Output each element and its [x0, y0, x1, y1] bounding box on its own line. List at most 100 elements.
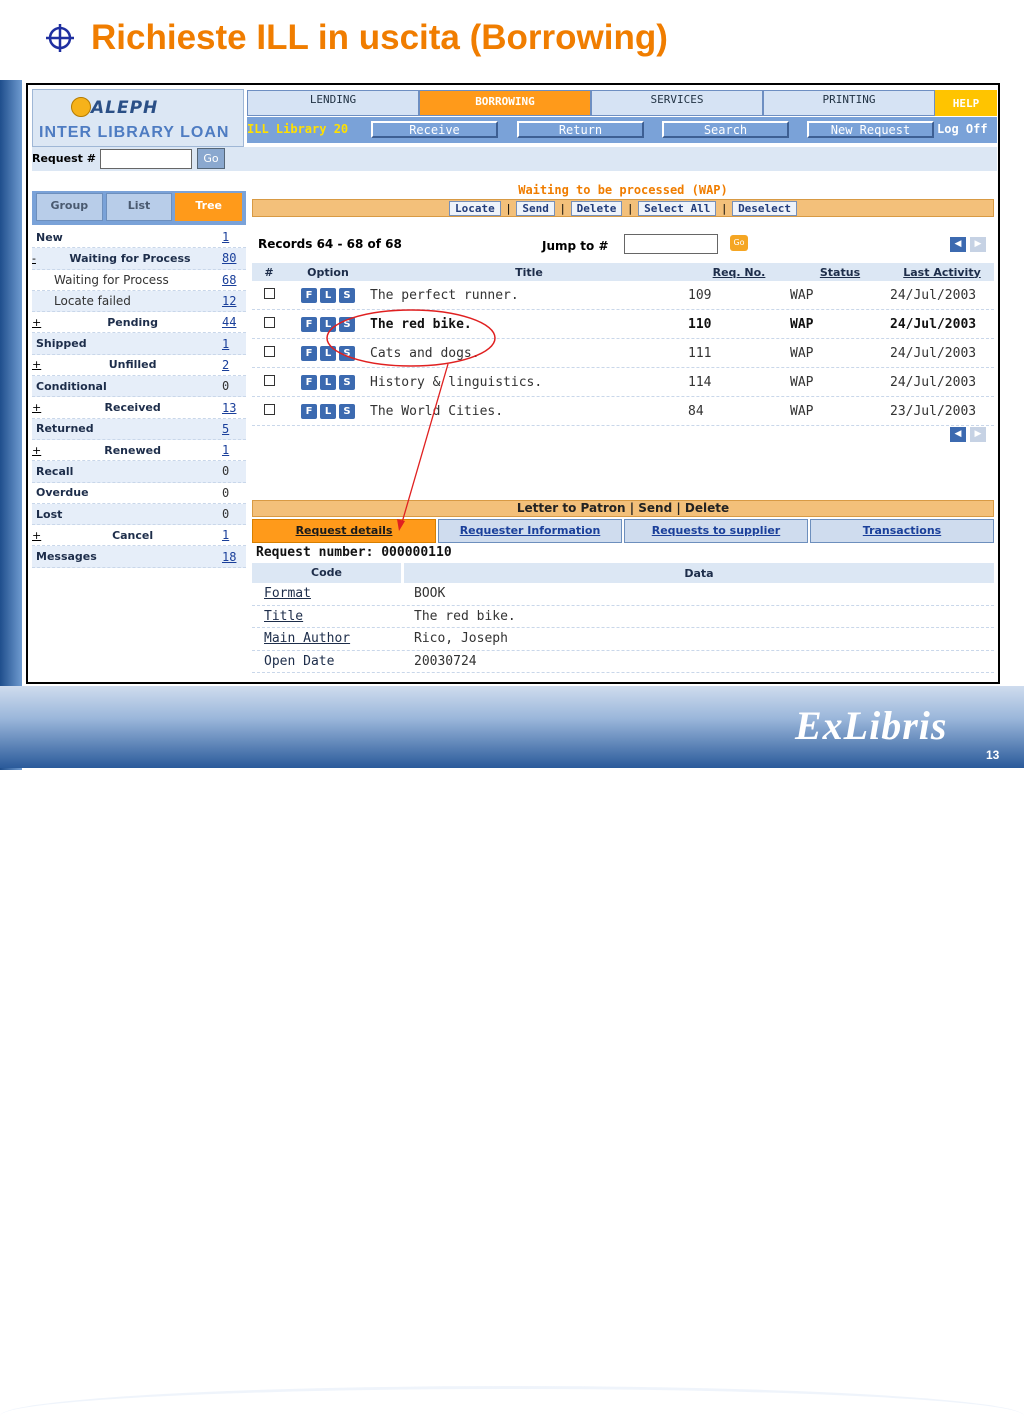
sidebar-item[interactable]: Lost 0: [32, 503, 246, 526]
option-s-button[interactable]: S: [339, 316, 355, 332]
sidebar-item-label: Cancel: [112, 528, 154, 542]
return-button[interactable]: Return: [517, 121, 644, 138]
tab-requests-to-supplier[interactable]: Requests to supplier: [624, 519, 808, 543]
expand-toggle[interactable]: +: [32, 444, 41, 457]
option-l-button[interactable]: L: [320, 345, 336, 361]
deselect-button[interactable]: Deselect: [732, 200, 798, 216]
table-row[interactable]: F L S The red bike. 110 WAP 24/Jul/2003: [252, 310, 994, 339]
sidebar-item-label: Conditional: [36, 379, 107, 393]
tab-group[interactable]: Group: [36, 193, 103, 221]
sidebar-item[interactable]: - Waiting for Process 80: [32, 248, 246, 270]
row-checkbox[interactable]: [263, 403, 275, 415]
jump-input[interactable]: [624, 234, 718, 254]
tab-request-details[interactable]: Request details: [252, 519, 436, 543]
delete-button[interactable]: Delete: [570, 200, 623, 216]
option-l-button[interactable]: L: [320, 287, 336, 303]
sidebar-item[interactable]: + Renewed 1: [32, 440, 246, 462]
option-l-button[interactable]: L: [320, 374, 336, 390]
sidebar-item[interactable]: Returned 5: [32, 418, 246, 440]
table-row[interactable]: F L S History & linguistics. 114 WAP 24/Jul/20…: [252, 368, 994, 397]
next-page-icon[interactable]: ▶: [970, 237, 986, 252]
option-l-button[interactable]: L: [320, 403, 336, 419]
row-checkbox[interactable]: [263, 287, 275, 299]
request-list-panel: Waiting to be processed (WAP) Locate | Se…: [252, 183, 994, 442]
sidebar-item[interactable]: New 1: [32, 227, 246, 249]
sidebar-item-count[interactable]: 1: [222, 528, 246, 542]
col-status[interactable]: Status: [790, 266, 890, 279]
prev-page-icon[interactable]: ◀: [950, 427, 966, 442]
sidebar-item-count[interactable]: 12: [222, 294, 246, 308]
expand-toggle[interactable]: +: [32, 358, 41, 371]
receive-button[interactable]: Receive: [371, 121, 498, 138]
sidebar-item[interactable]: Shipped 1: [32, 333, 246, 355]
sidebar-item[interactable]: Recall 0: [32, 461, 246, 483]
table-row[interactable]: F L S The perfect runner. 109 WAP 24/Jul/2003: [252, 281, 994, 310]
sidebar-item-count[interactable]: 13: [222, 401, 246, 415]
sidebar-item-count[interactable]: 68: [222, 273, 246, 287]
sidebar-item-count[interactable]: 2: [222, 358, 246, 372]
row-checkbox[interactable]: [263, 345, 275, 357]
table-row[interactable]: F L S The World Cities. 84 WAP 23/Jul/2003: [252, 397, 994, 426]
detail-code[interactable]: Main Author: [252, 631, 414, 646]
next-page-icon[interactable]: ▶: [970, 427, 986, 442]
expand-toggle[interactable]: +: [32, 529, 41, 542]
log-off-link[interactable]: Log Off: [937, 122, 988, 136]
expand-toggle[interactable]: -: [32, 252, 36, 265]
nav-tab-printing[interactable]: PRINTING: [763, 90, 935, 116]
sidebar-item[interactable]: Conditional 0: [32, 376, 246, 398]
option-s-button[interactable]: S: [339, 374, 355, 390]
table-row[interactable]: F L S Cats and dogs. 111 WAP 24/Jul/2003: [252, 339, 994, 368]
search-button[interactable]: Search: [662, 121, 789, 138]
col-last-activity[interactable]: Last Activity: [890, 266, 994, 279]
help-button[interactable]: HELP: [935, 90, 997, 116]
nav-tab-services[interactable]: SERVICES: [591, 90, 763, 116]
tab-list[interactable]: List: [105, 193, 173, 221]
expand-toggle[interactable]: +: [32, 401, 41, 414]
row-checkbox[interactable]: [263, 316, 275, 328]
detail-code[interactable]: Title: [252, 609, 414, 624]
sidebar-item[interactable]: + Cancel 1: [32, 525, 246, 547]
sidebar-item[interactable]: Messages 18: [32, 546, 246, 568]
option-f-button[interactable]: F: [301, 345, 317, 361]
request-go-button[interactable]: Go: [197, 148, 225, 169]
col-req-no[interactable]: Req. No.: [688, 266, 790, 279]
option-s-button[interactable]: S: [339, 403, 355, 419]
option-l-button[interactable]: L: [320, 316, 336, 332]
sidebar-item-count[interactable]: 44: [222, 315, 246, 329]
expand-toggle[interactable]: +: [32, 316, 41, 329]
option-f-button[interactable]: F: [301, 403, 317, 419]
option-f-button[interactable]: F: [301, 374, 317, 390]
tab-tree[interactable]: Tree: [175, 193, 243, 221]
sidebar-item[interactable]: Overdue 0: [32, 483, 246, 504]
option-f-button[interactable]: F: [301, 287, 317, 303]
tab-transactions[interactable]: Transactions: [810, 519, 994, 543]
sidebar-item-count[interactable]: 5: [222, 422, 246, 436]
option-s-button[interactable]: S: [339, 287, 355, 303]
sidebar-item-count[interactable]: 18: [222, 550, 246, 564]
sidebar-item-count[interactable]: 1: [222, 230, 246, 244]
tab-requester-information[interactable]: Requester Information: [438, 519, 622, 543]
locate-button[interactable]: Locate: [448, 200, 501, 216]
sidebar-item[interactable]: + Unfilled 2: [32, 355, 246, 377]
select-all-button[interactable]: Select All: [638, 200, 717, 216]
sidebar-tabs: Group List Tree: [32, 191, 246, 225]
detail-code[interactable]: Format: [252, 586, 414, 601]
row-checkbox[interactable]: [263, 374, 275, 386]
nav-tab-borrowing[interactable]: BORROWING: [419, 90, 591, 116]
sidebar-item[interactable]: Locate failed 12: [32, 290, 246, 313]
sidebar-item[interactable]: + Received 13: [32, 397, 246, 419]
option-s-button[interactable]: S: [339, 345, 355, 361]
new-request-button[interactable]: New Request: [807, 121, 934, 138]
sidebar-item-count[interactable]: 1: [222, 337, 246, 351]
request-number-input[interactable]: [100, 149, 192, 169]
sidebar-item[interactable]: + Pending 44: [32, 312, 246, 334]
prev-page-icon[interactable]: ◀: [950, 237, 966, 252]
option-f-button[interactable]: F: [301, 316, 317, 332]
sidebar-item[interactable]: Waiting for Process 68: [32, 270, 246, 291]
sidebar-item-count[interactable]: 80: [222, 251, 246, 265]
sidebar-item-count[interactable]: 1: [222, 443, 246, 457]
send-button[interactable]: Send: [516, 200, 555, 216]
letter-actions[interactable]: Letter to Patron | Send | Delete: [252, 500, 994, 517]
jump-go-button[interactable]: Go: [730, 235, 748, 251]
nav-tab-lending[interactable]: LENDING: [247, 90, 419, 116]
